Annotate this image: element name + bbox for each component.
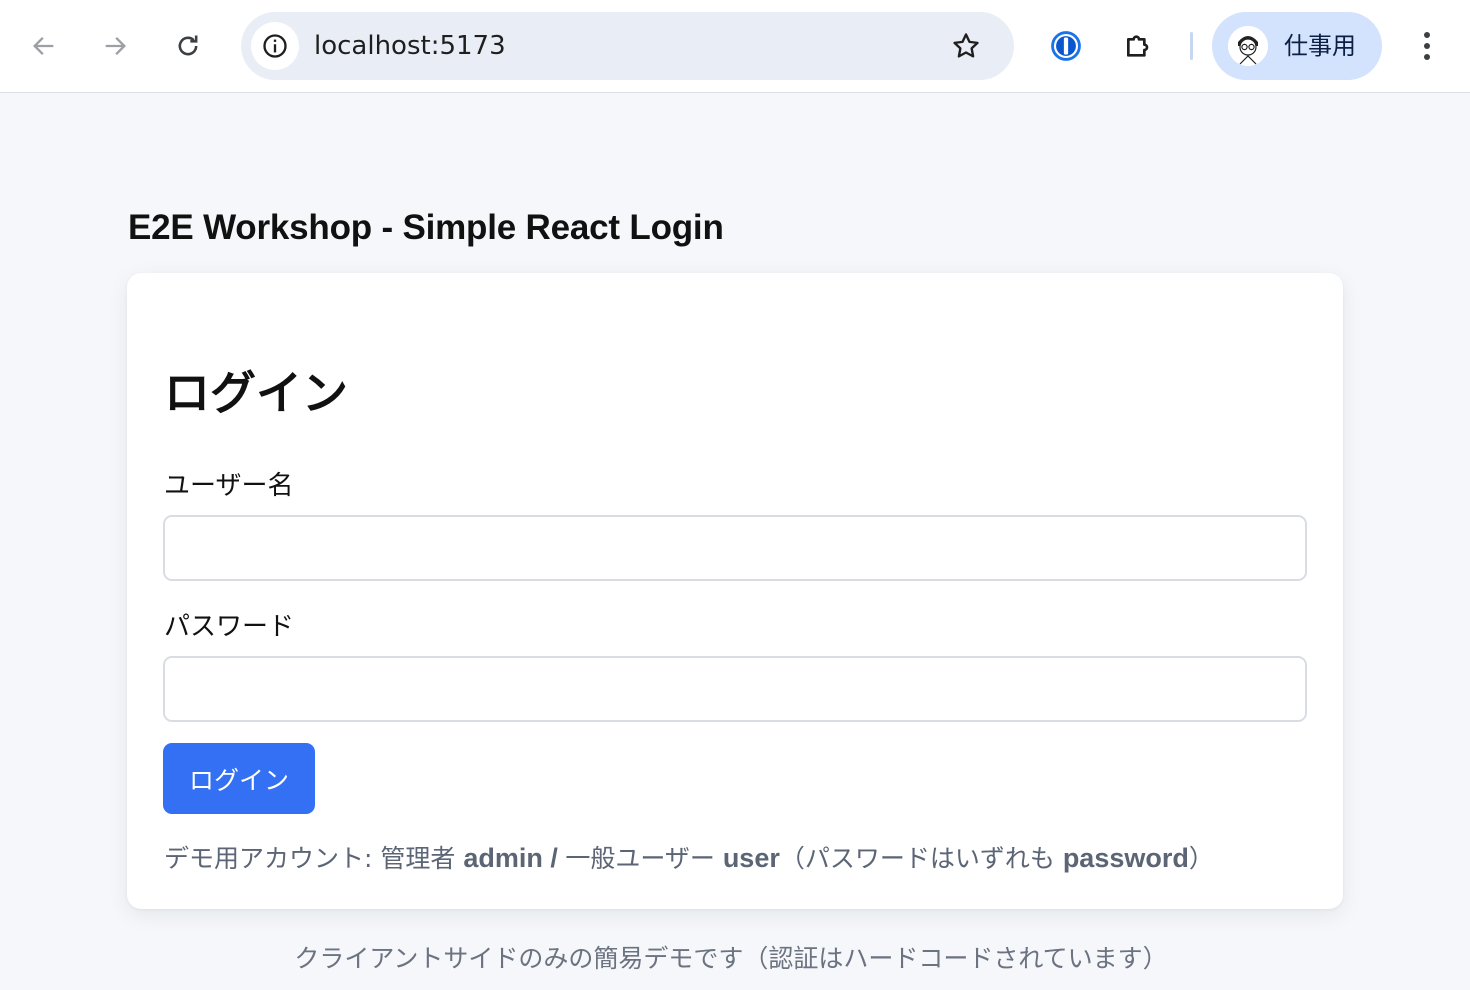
toolbar-divider [1190,32,1193,60]
profile-name: 仕事用 [1284,32,1356,60]
hint-suffix: ） [1188,844,1214,873]
profile-button[interactable]: 仕事用 [1212,12,1382,80]
username-input[interactable] [163,515,1307,581]
star-icon [953,33,979,58]
login-heading: ログイン [164,366,348,420]
site-info-button[interactable] [251,22,299,70]
info-icon [263,34,287,58]
browser-toolbar: localhost:5173 仕事用 [0,0,1470,93]
hint-general-label: 一般ユーザー [565,844,723,873]
footer-note-text: クライアントサイドのみの簡易デモです（認証はハードコードされています） [294,944,1168,973]
hint-prefix: デモ用アカウント: 管理者 [164,844,464,873]
extensions-button[interactable] [1116,23,1162,69]
1password-icon [1051,31,1081,61]
login-card: ログイン ユーザー名 パスワード ログイン デモ用アカウント: 管理者 admi… [127,273,1343,909]
hint-user: user [722,843,780,873]
arrow-right-icon [105,37,126,55]
hint-admin: admin [463,843,543,873]
forward-button[interactable] [92,23,138,69]
arrow-left-icon [33,37,54,55]
username-label: ユーザー名 [164,471,294,501]
password-manager-extension[interactable] [1043,23,1089,69]
reload-button[interactable] [165,23,211,69]
hint-password-prefix: （パスワードはいずれも [779,844,1063,873]
app-title: E2E Workshop - Simple React Login [128,208,724,247]
kebab-menu-icon [1424,32,1430,60]
password-label: パスワード [164,612,295,642]
demo-accounts-hint: デモ用アカウント: 管理者 admin / 一般ユーザー user（パスワードは… [164,839,1214,875]
bookmark-button[interactable] [944,24,988,68]
password-input[interactable] [163,656,1307,722]
reload-icon [178,35,198,56]
url-text[interactable]: localhost:5173 [314,12,506,80]
footer-note: クライアントサイドのみの簡易デモです（認証はハードコードされています） [0,939,1470,975]
address-bar[interactable]: localhost:5173 [241,12,1014,80]
puzzle-icon [1127,35,1149,57]
hint-separator: / [542,843,566,873]
browser-menu-button[interactable] [1404,23,1450,69]
avatar [1228,26,1268,66]
back-button[interactable] [21,23,67,69]
login-button[interactable]: ログイン [163,743,315,814]
hint-password: password [1062,843,1189,873]
